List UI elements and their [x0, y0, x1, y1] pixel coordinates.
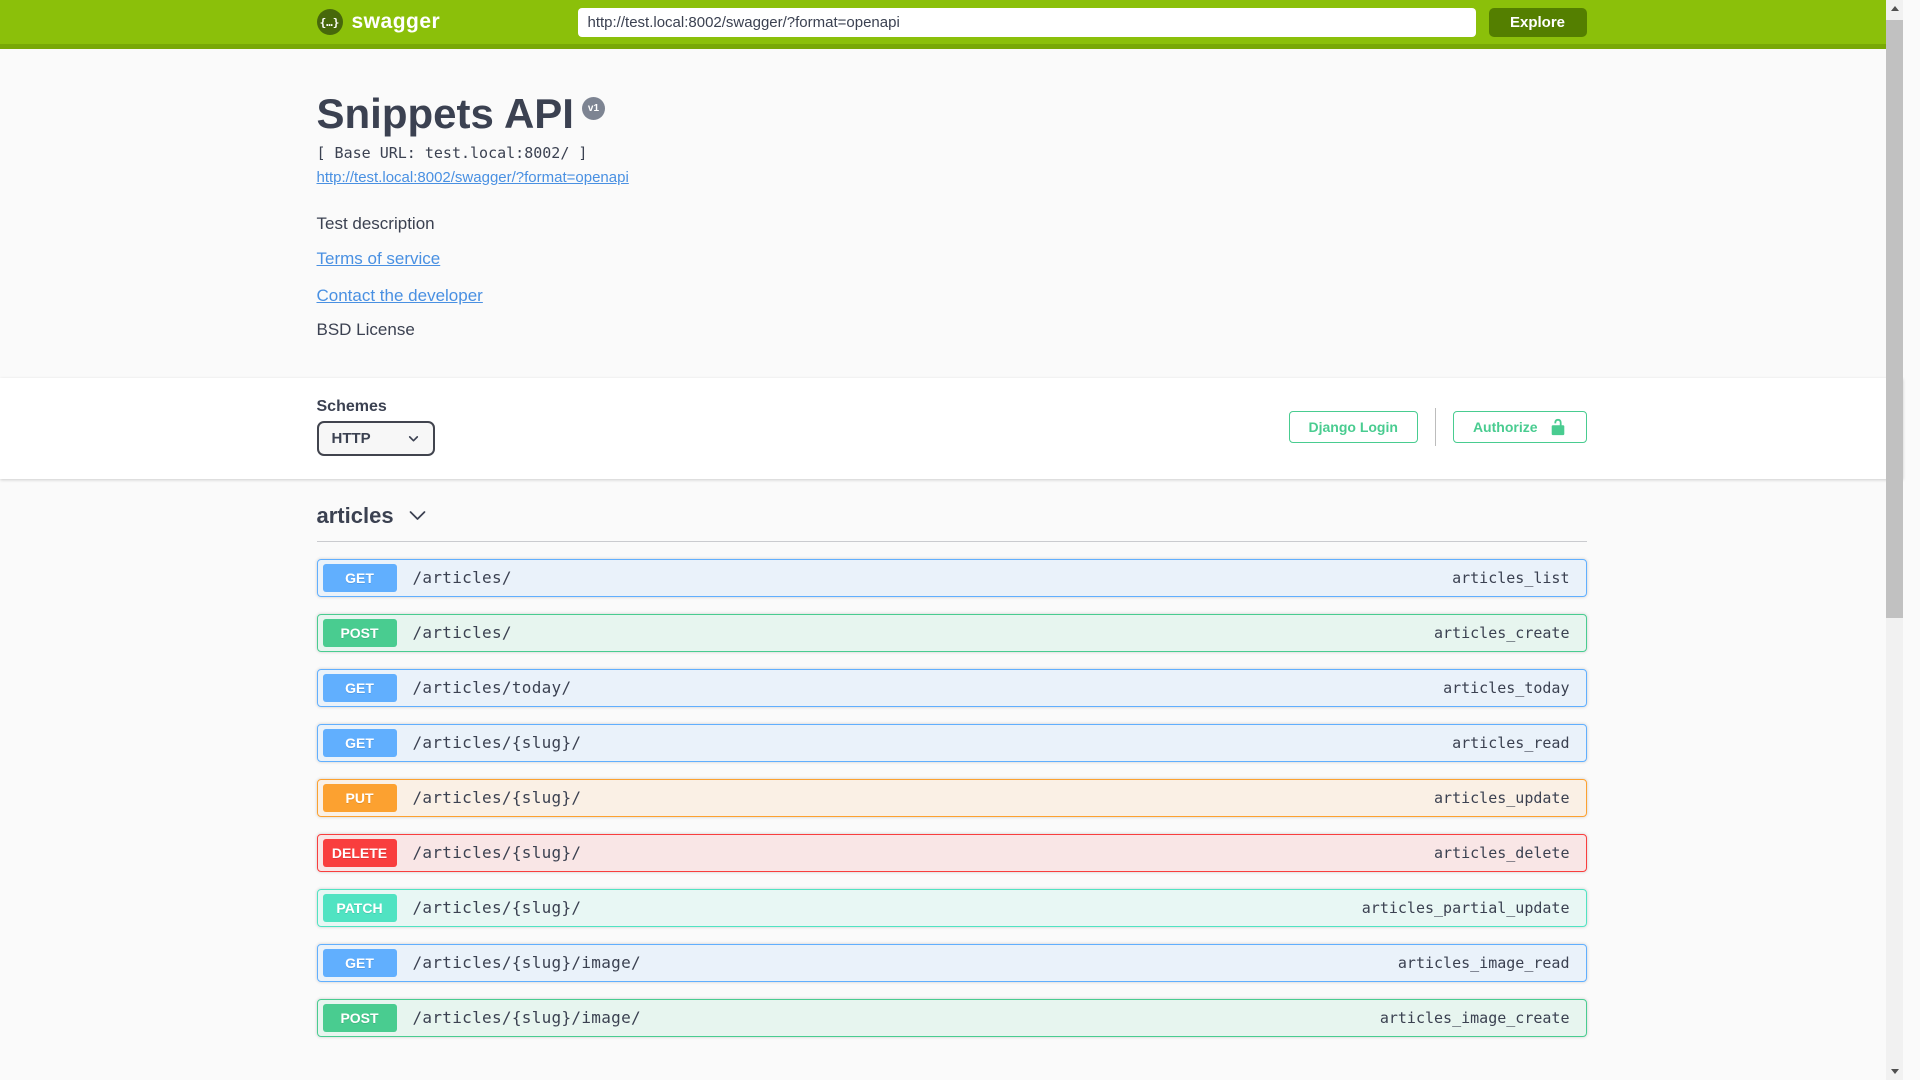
endpoint-path: /articles/ — [412, 623, 512, 643]
http-method-badge: DELETE — [322, 838, 397, 867]
endpoint-row[interactable]: GET /articles/{slug}/ articles_read — [316, 723, 1587, 762]
operation-id: articles_read — [1452, 733, 1570, 752]
tag-section-header[interactable]: articles — [316, 479, 1587, 542]
endpoint-row[interactable]: POST /articles/{slug}/image/ articles_im… — [316, 998, 1587, 1037]
endpoint-row[interactable]: POST /articles/ articles_create — [316, 613, 1587, 652]
http-method-badge: GET — [322, 563, 397, 592]
swagger-logo-text: swagger — [351, 10, 441, 33]
vertical-scrollbar[interactable] — [1886, 0, 1903, 1080]
spec-url-form: Explore — [577, 7, 1587, 37]
explore-button[interactable]: Explore — [1488, 7, 1587, 37]
scroll-down-arrow-icon — [1890, 1069, 1899, 1074]
chevron-down-icon — [408, 435, 418, 442]
spec-url-input[interactable] — [577, 7, 1476, 37]
operation-id: articles_list — [1452, 568, 1570, 587]
schemes-label: Schemes — [316, 397, 387, 415]
http-method-badge: POST — [322, 618, 397, 647]
operations-list: articles GET /articles/ articles_list PO… — [316, 479, 1587, 1080]
http-method-badge: PUT — [322, 783, 397, 812]
operation-id: articles_image_read — [1397, 953, 1570, 972]
endpoint-row[interactable]: GET /articles/{slug}/image/ articles_ima… — [316, 943, 1587, 982]
swagger-logo-icon: {…} — [316, 9, 343, 35]
endpoint-path: /articles/{slug}/ — [412, 788, 582, 808]
schemes-group: Schemes HTTP — [316, 397, 435, 456]
operation-id: articles_delete — [1434, 843, 1570, 862]
scrollbar-thumb[interactable] — [1886, 20, 1903, 618]
topbar: {…} swagger Explore — [0, 0, 1903, 49]
http-method-badge: PATCH — [322, 893, 397, 922]
api-title-text: Snippets API — [316, 90, 574, 137]
api-info-section: Snippets API v1 [ Base URL: test.local:8… — [0, 49, 1903, 378]
operation-id: articles_partial_update — [1361, 898, 1570, 917]
scheme-container: Schemes HTTP Django Login Authorize — [0, 377, 1903, 479]
base-url: [ Base URL: test.local:8002/ ] — [316, 144, 588, 163]
swagger-ui-page: {…} swagger Explore Snippets API v1 [ Ba… — [0, 0, 1903, 1080]
schemes-selected-value: HTTP — [331, 429, 371, 447]
endpoint-row[interactable]: DELETE /articles/{slug}/ articles_delete — [316, 833, 1587, 872]
endpoint-path: /articles/{slug}/ — [412, 733, 582, 753]
django-login-button[interactable]: Django Login — [1288, 410, 1418, 443]
authorize-label: Authorize — [1472, 418, 1538, 435]
endpoint-path: /articles/ — [412, 568, 512, 588]
scrollbar-down-button[interactable] — [1886, 1063, 1903, 1080]
endpoint-row[interactable]: PUT /articles/{slug}/ articles_update — [316, 778, 1587, 817]
http-method-badge: GET — [322, 673, 397, 702]
tag-section-header[interactable]: snippets — [317, 1054, 1587, 1080]
operation-id: articles_image_create — [1379, 1008, 1570, 1027]
api-description: Test description — [316, 214, 435, 234]
swagger-logo: {…} swagger — [316, 9, 441, 35]
scroll-up-arrow-icon — [1890, 6, 1899, 11]
operation-id: articles_today — [1443, 678, 1570, 697]
scrollbar-up-button[interactable] — [1886, 0, 1903, 17]
http-method-badge: GET — [322, 948, 397, 977]
endpoint-path: /articles/{slug}/ — [412, 843, 582, 863]
operation-id: articles_create — [1434, 623, 1570, 642]
schemes-select[interactable]: HTTP — [316, 420, 435, 456]
api-tag-section: snippets GET /snippets/ snippets_list — [317, 1054, 1587, 1080]
auth-divider — [1434, 407, 1436, 446]
endpoint-path: /articles/{slug}/image/ — [412, 953, 641, 973]
api-tag-section: articles GET /articles/ articles_list PO… — [316, 479, 1587, 1037]
endpoint-row[interactable]: GET /articles/today/ articles_today — [316, 668, 1587, 707]
endpoint-row[interactable]: GET /articles/ articles_list — [316, 558, 1587, 597]
spec-link[interactable]: http://test.local:8002/swagger/?format=o… — [317, 169, 629, 186]
tag-name: articles — [316, 502, 394, 528]
chevron-down-icon — [409, 511, 425, 521]
page-title: Snippets API v1 — [316, 90, 1587, 137]
version-badge: v1 — [581, 97, 605, 120]
http-method-badge: GET — [322, 728, 397, 757]
http-method-badge: POST — [322, 1003, 397, 1032]
terms-of-service-link[interactable]: Terms of service — [317, 247, 441, 271]
authorize-button[interactable]: Authorize — [1452, 410, 1587, 443]
endpoint-path: /articles/{slug}/ — [412, 898, 582, 918]
unlocked-padlock-icon — [1551, 418, 1564, 435]
endpoint-row[interactable]: PATCH /articles/{slug}/ articles_partial… — [316, 888, 1587, 927]
endpoint-path: /articles/today/ — [412, 678, 572, 698]
contact-developer-link[interactable]: Contact the developer — [317, 284, 483, 308]
operation-id: articles_update — [1434, 788, 1570, 807]
license-text: BSD License — [316, 319, 415, 339]
endpoint-path: /articles/{slug}/image/ — [412, 1008, 641, 1028]
auth-wrapper: Django Login Authorize — [1288, 407, 1587, 446]
